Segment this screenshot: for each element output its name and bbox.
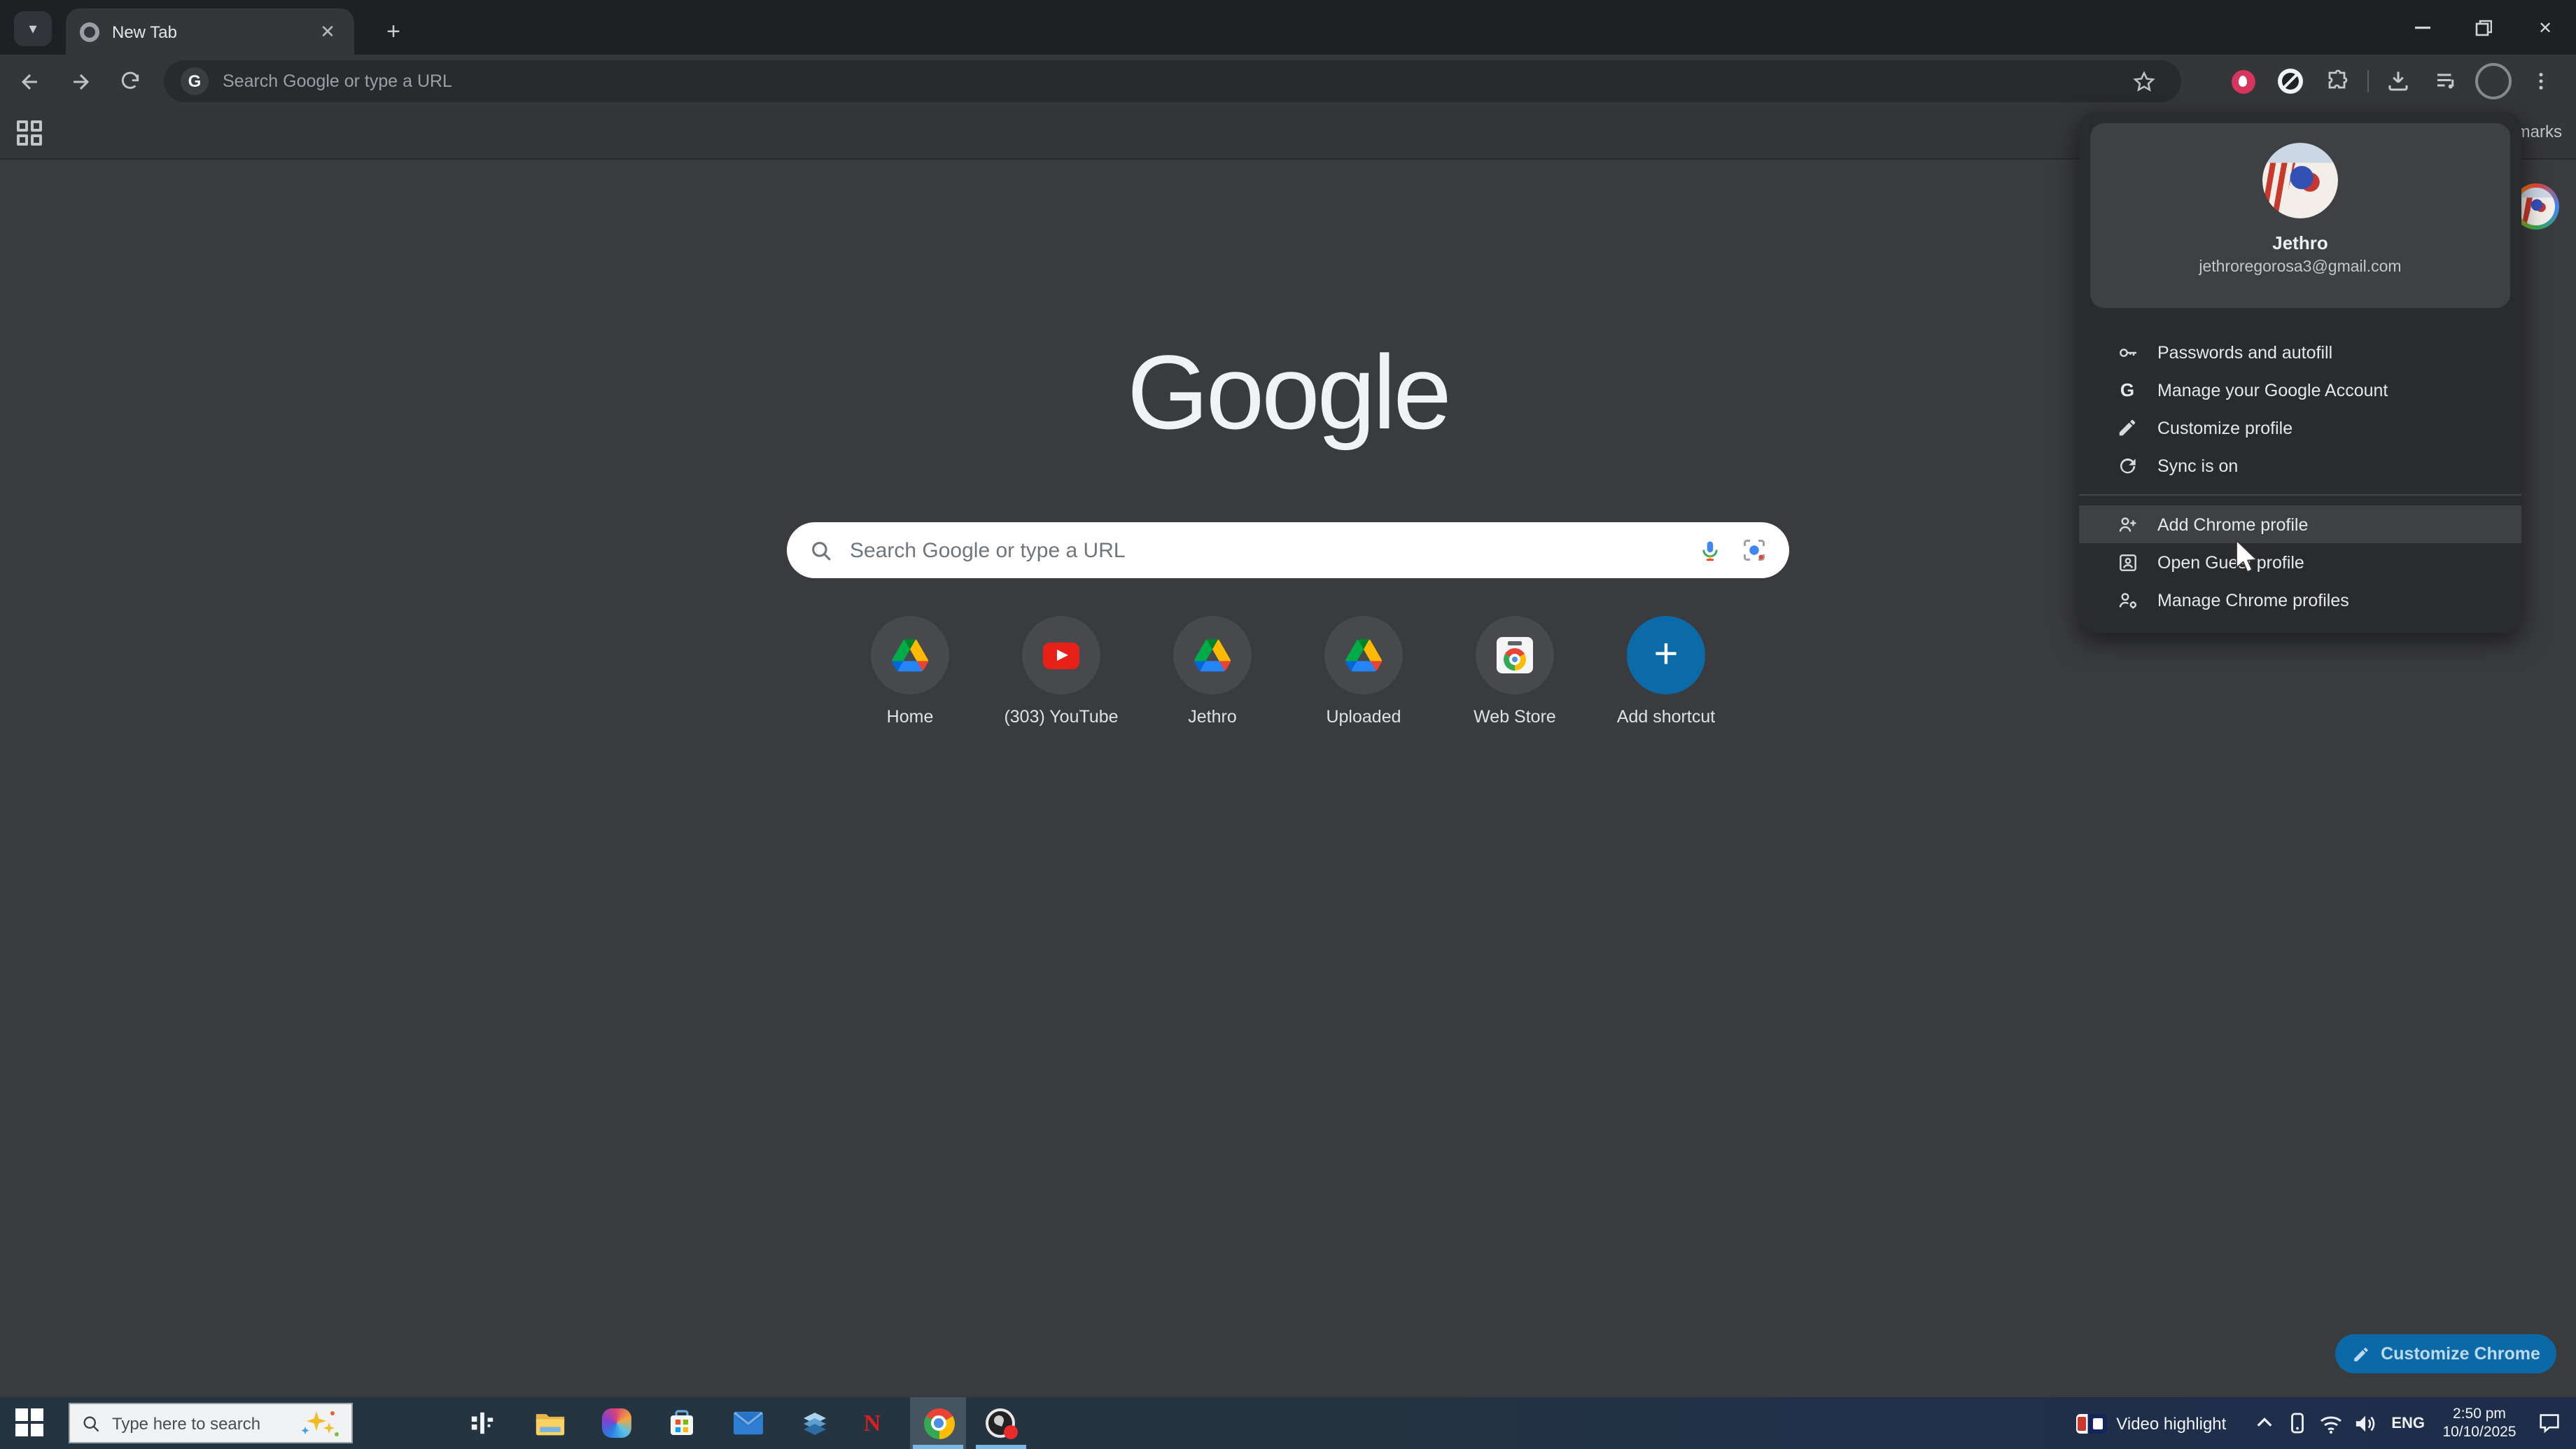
voice-search-icon[interactable] [1698, 538, 1722, 562]
menu-item-add-chrome-profile[interactable]: Add Chrome profile [2079, 505, 2521, 543]
menu-item-manage-google-account[interactable]: G Manage your Google Account [2079, 371, 2521, 409]
profile-name: Jethro [2272, 232, 2328, 253]
plus-icon: + [1653, 631, 1679, 678]
mail-icon[interactable] [732, 1407, 764, 1439]
volume-icon[interactable] [2349, 1406, 2380, 1440]
shortcut-youtube[interactable]: (303) YouTube [997, 616, 1126, 727]
obs-studio-icon[interactable] [984, 1407, 1018, 1439]
language-indicator[interactable]: ENG [2391, 1415, 2425, 1432]
menu-item-customize-profile[interactable]: Customize profile [2079, 409, 2521, 447]
menu-item-passwords-and-autofill[interactable]: Passwords and autofill [2079, 333, 2521, 371]
network-icon[interactable] [2316, 1406, 2346, 1440]
tab-close-icon[interactable]: ✕ [315, 19, 340, 44]
sync-icon [2115, 454, 2139, 477]
start-button[interactable] [15, 1408, 43, 1436]
menu-item-open-guest-profile[interactable]: Open Guest profile [2079, 543, 2521, 581]
shortcut-web-store[interactable]: Web Store [1450, 616, 1579, 727]
google-lens-icon[interactable] [1742, 538, 1767, 563]
address-bar-placeholder: Search Google or type a URL [223, 71, 452, 91]
task-view-icon[interactable] [466, 1407, 498, 1439]
back-icon[interactable] [8, 60, 50, 102]
toolbar-divider [2367, 70, 2369, 92]
notifications-icon[interactable] [2534, 1406, 2565, 1440]
taskbar-search-placeholder: Type here to search [112, 1413, 261, 1433]
window-close-button[interactable]: ✕ [2514, 0, 2576, 55]
pencil-icon [2353, 1347, 2367, 1361]
search-icon [83, 1415, 99, 1432]
customize-chrome-button[interactable]: Customize Chrome [2335, 1334, 2556, 1373]
reload-icon[interactable] [109, 60, 151, 102]
guest-badge-icon [2115, 550, 2139, 574]
forward-icon[interactable] [59, 60, 101, 102]
profile-avatar [2262, 143, 2338, 218]
obs-running-indicator [976, 1445, 1026, 1449]
tray-device-icon[interactable] [2282, 1406, 2313, 1440]
person-add-icon [2115, 512, 2139, 536]
layers-app-icon[interactable] [798, 1407, 830, 1439]
browser-toolbar: G Search Google or type a URL [0, 55, 2576, 108]
browser-titlebar: ▾ New Tab ✕ + ✕ [0, 0, 2576, 55]
drive-icon [1194, 638, 1231, 672]
tab-favicon-icon [80, 22, 99, 41]
new-tab-button[interactable]: + [375, 14, 412, 50]
webstore-icon [1497, 637, 1533, 673]
window-restore-button[interactable] [2453, 0, 2514, 55]
profile-card: Jethro jethroregorosa3@gmail.com [2090, 123, 2510, 308]
file-explorer-icon[interactable] [533, 1407, 566, 1439]
window-minimize-button[interactable] [2391, 0, 2453, 55]
address-bar[interactable]: G Search Google or type a URL [164, 60, 2181, 102]
mlb-icon[interactable] [2076, 1413, 2107, 1433]
tab-title: New Tab [112, 22, 177, 41]
netflix-icon[interactable]: N [862, 1407, 882, 1439]
shortcut-uploaded[interactable]: Uploaded [1299, 616, 1428, 727]
video-highlight-label[interactable]: Video highlight [2116, 1413, 2226, 1433]
tray-clock[interactable]: 2:50 pm 10/10/2025 [2433, 1405, 2526, 1441]
add-shortcut-button[interactable]: + Add shortcut [1602, 616, 1730, 727]
drive-icon [1345, 638, 1382, 672]
downloads-icon[interactable] [2374, 57, 2422, 105]
chrome-icon[interactable] [923, 1407, 955, 1439]
menu-item-manage-chrome-profiles[interactable]: Manage Chrome profiles [2079, 581, 2521, 619]
ntp-search-box[interactable]: Search Google or type a URL [787, 522, 1789, 578]
people-gear-icon [2115, 588, 2139, 612]
bookmark-star-icon[interactable] [2120, 57, 2167, 105]
tab-new-tab[interactable]: New Tab ✕ [66, 8, 354, 55]
extension-badge-dark-icon[interactable] [2267, 57, 2314, 105]
apps-grid-icon[interactable] [17, 120, 43, 147]
extensions-puzzle-icon[interactable] [2314, 57, 2362, 105]
chrome-running-indicator [913, 1445, 963, 1449]
taskbar-search-box[interactable]: Type here to search [69, 1403, 353, 1443]
desktop-screen: ▾ New Tab ✕ + ✕ G Search Google or type … [0, 0, 2576, 1449]
recording-dot [1004, 1425, 1018, 1439]
google-g-icon: G [2120, 379, 2135, 400]
clock-time: 2:50 pm [2453, 1405, 2506, 1422]
key-icon [2115, 340, 2139, 364]
profile-email: jethroregorosa3@gmail.com [2199, 259, 2402, 276]
mouse-cursor [2236, 540, 2258, 573]
copilot-icon[interactable] [601, 1407, 633, 1439]
kebab-menu-icon[interactable] [2517, 57, 2565, 105]
menu-separator [2079, 494, 2521, 496]
drive-icon [892, 638, 928, 672]
tray-chevron-up-icon[interactable] [2248, 1406, 2279, 1440]
google-favicon-icon: G [181, 67, 209, 95]
sparkles-icon [301, 1410, 339, 1436]
extension-badge-red-icon[interactable] [2219, 57, 2267, 105]
media-controls-icon[interactable] [2422, 57, 2470, 105]
profile-avatar-button[interactable] [2470, 57, 2517, 105]
ntp-search-placeholder: Search Google or type a URL [850, 538, 1126, 562]
clock-date: 10/10/2025 [2442, 1423, 2516, 1440]
tab-search-chevron-icon[interactable]: ▾ [14, 11, 52, 46]
menu-item-sync-is-on[interactable]: Sync is on [2079, 447, 2521, 484]
youtube-icon [1043, 642, 1079, 668]
shortcut-jethro[interactable]: Jethro [1148, 616, 1277, 727]
shortcut-home[interactable]: Home [846, 616, 974, 727]
search-icon [812, 541, 831, 560]
microsoft-store-icon[interactable] [665, 1407, 697, 1439]
windows-taskbar: Type here to search N Video highlight EN… [0, 1397, 2576, 1449]
pencil-icon [2115, 416, 2139, 440]
profile-menu: Jethro jethroregorosa3@gmail.com Passwor… [2079, 112, 2521, 633]
